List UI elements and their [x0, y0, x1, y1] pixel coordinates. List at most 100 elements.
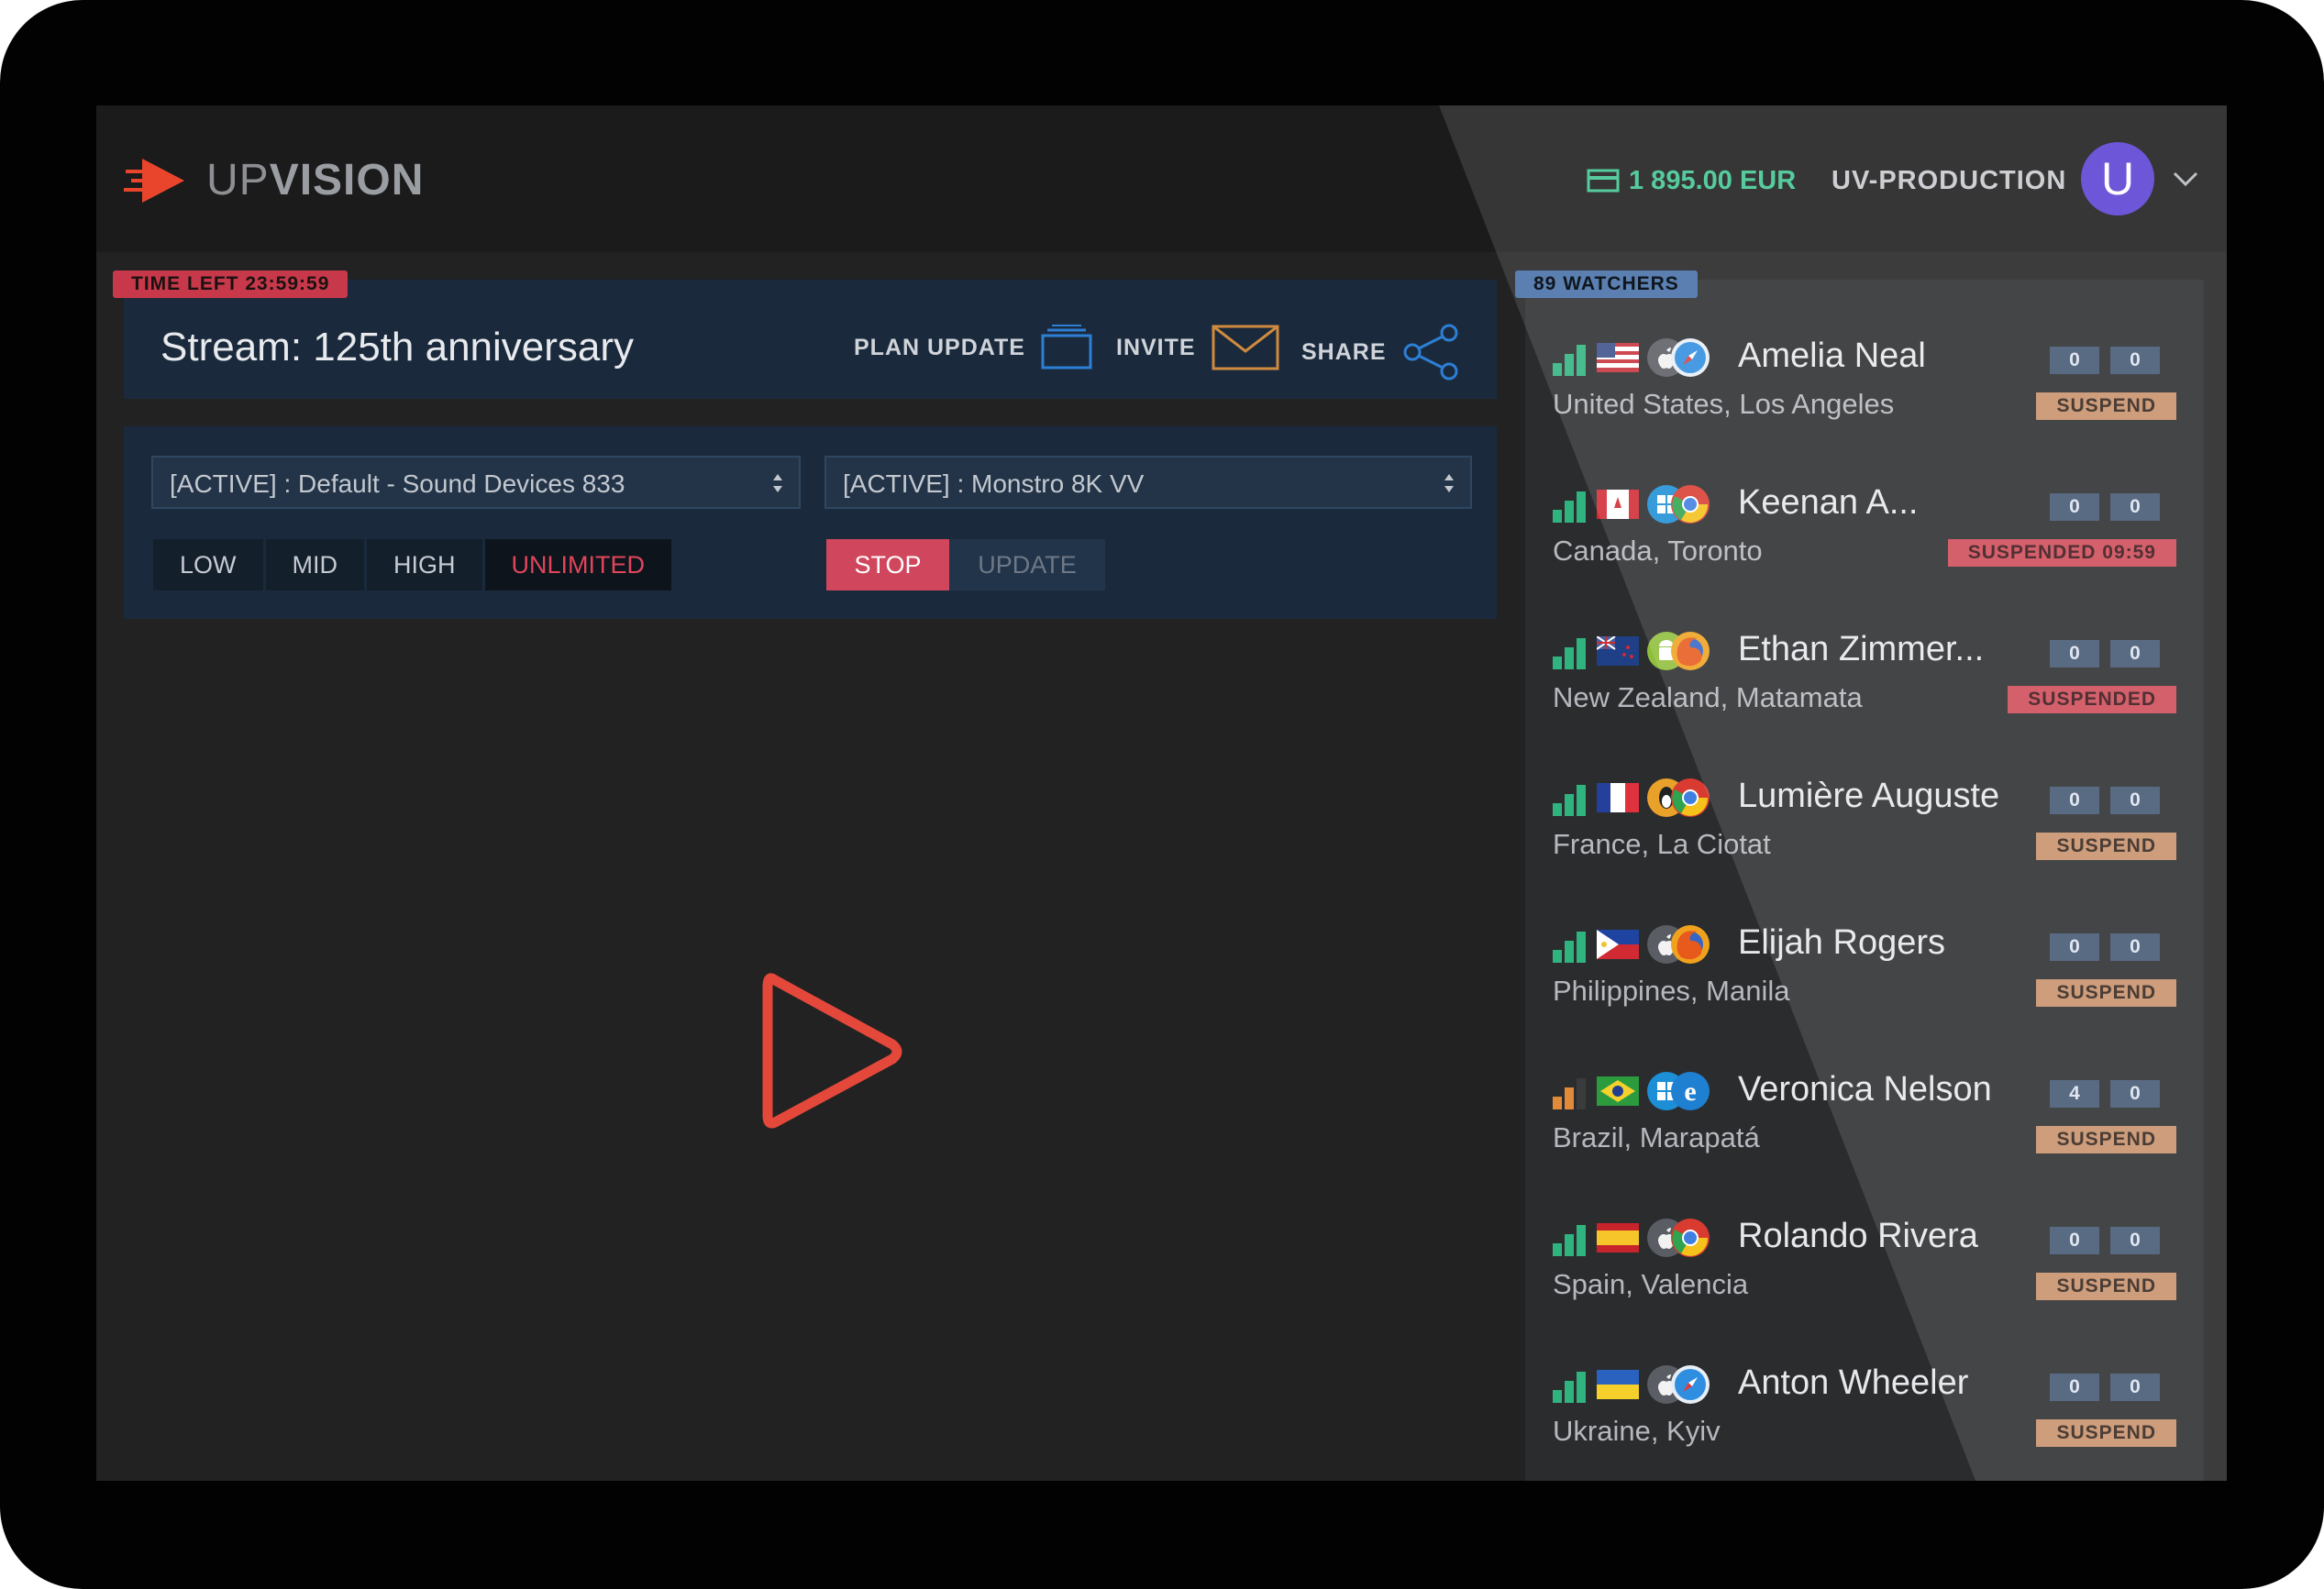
quality-mid[interactable]: MID	[265, 539, 365, 590]
credit-card-icon	[1587, 169, 1620, 193]
watcher-name: Keenan A...	[1738, 483, 1919, 522]
account-name[interactable]: UV-PRODUCTION	[1832, 159, 2066, 203]
plan-update-label: PLAN UPDATE	[854, 335, 1025, 360]
envelope-icon	[1212, 325, 1279, 370]
ph-flag-icon	[1597, 930, 1639, 959]
watcher-count-b: 0	[2110, 787, 2160, 814]
watcher-count-a: 0	[2050, 640, 2099, 668]
tablet-frame: UPVISION 1 895.00 EUR UV-PRODUCTION U TI…	[0, 0, 2324, 1589]
suspend-button[interactable]: SUSPENDED 09:59	[1947, 539, 2176, 567]
avatar[interactable]: U	[2081, 142, 2154, 215]
quality-low[interactable]: LOW	[153, 539, 263, 590]
us-flag-icon	[1597, 343, 1639, 372]
nz-flag-icon	[1597, 636, 1639, 666]
ua-flag-icon	[1597, 1370, 1639, 1399]
signal-strength-icon	[1553, 486, 1589, 523]
platform-icons	[1646, 1364, 1710, 1405]
platform-icons	[1646, 1218, 1710, 1258]
watcher-count-b: 0	[2110, 347, 2160, 374]
watcher-row[interactable]: Ethan Zimmer... New Zealand, Matamata 0 0 SU…	[1553, 623, 2176, 724]
watcher-icons	[1553, 1218, 1710, 1258]
watcher-row[interactable]: Lumière Auguste France, La Ciotat 0 0 SUSPEN…	[1553, 770, 2176, 871]
quality-high[interactable]: HIGH	[367, 539, 482, 590]
audio-device-value: [ACTIVE] : Default - Sound Devices 833	[170, 469, 625, 498]
suspend-button[interactable]: SUSPEND	[2036, 392, 2176, 420]
video-device-select[interactable]: [ACTIVE] : Monstro 8K VV	[824, 456, 1472, 509]
signal-strength-icon	[1553, 1219, 1589, 1256]
watcher-location: New Zealand, Matamata	[1553, 681, 1863, 713]
watcher-row[interactable]: Anton Wheeler Ukraine, Kyiv 0 0 SUSPEND	[1553, 1357, 2176, 1458]
watcher-row[interactable]: Amelia Neal United States, Los Angeles 0 0 S…	[1553, 330, 2176, 431]
suspend-button[interactable]: SUSPEND	[2036, 1273, 2176, 1300]
plan-update-button[interactable]: PLAN UPDATE	[854, 324, 1093, 371]
watcher-name: Elijah Rogers	[1738, 923, 1945, 962]
invite-button[interactable]: INVITE	[1116, 324, 1280, 371]
platform-icons: e	[1646, 1071, 1710, 1111]
time-left-badge: TIME LEFT 23:59:59	[113, 270, 349, 298]
suspend-button[interactable]: SUSPENDED	[2008, 686, 2176, 713]
signal-strength-icon	[1553, 926, 1589, 963]
fr-flag-icon	[1597, 783, 1639, 812]
watcher-icons	[1553, 778, 1710, 818]
platform-icons	[1646, 337, 1710, 378]
top-header: UPVISION 1 895.00 EUR UV-PRODUCTION U	[96, 105, 2227, 252]
watchers-count-badge: 89 WATCHERS	[1515, 270, 1698, 298]
invite-label: INVITE	[1116, 335, 1196, 360]
audio-device-select[interactable]: [ACTIVE] : Default - Sound Devices 833	[151, 456, 801, 509]
chevron-down-icon[interactable]	[2167, 160, 2204, 197]
share-button[interactable]: SHARE	[1301, 324, 1460, 381]
watcher-count-b: 0	[2110, 493, 2160, 521]
brand-name: UPVISION	[206, 153, 424, 208]
signal-strength-icon	[1553, 779, 1589, 816]
update-button[interactable]: UPDATE	[949, 539, 1105, 590]
watcher-row[interactable]: Keenan A... Canada, Toronto 0 0 SUSPENDED 09…	[1553, 477, 2176, 578]
watcher-icons	[1553, 1364, 1710, 1405]
watcher-name: Lumière Auguste	[1738, 777, 2000, 815]
platform-icons	[1646, 924, 1710, 965]
watcher-count-a: 0	[2050, 347, 2099, 374]
watcher-location: United States, Los Angeles	[1553, 388, 1895, 420]
suspend-button[interactable]: SUSPEND	[2036, 833, 2176, 860]
app-screen: UPVISION 1 895.00 EUR UV-PRODUCTION U TI…	[96, 105, 2227, 1481]
signal-strength-icon	[1553, 633, 1589, 669]
watcher-row[interactable]: e Veronica Nelson Brazil, Marapatá 4 0 SUSPEN…	[1553, 1064, 2176, 1164]
watcher-count-a: 4	[2050, 1080, 2099, 1108]
watcher-location: Spain, Valencia	[1553, 1268, 1749, 1300]
watcher-icons	[1553, 485, 1710, 524]
select-arrows-icon	[1444, 474, 1454, 492]
watcher-count-a: 0	[2050, 1227, 2099, 1254]
logo-icon[interactable]	[124, 153, 190, 208]
play-icon[interactable]	[755, 964, 911, 1138]
share-icon	[1403, 324, 1458, 381]
watcher-icons	[1553, 924, 1710, 965]
watcher-name: Veronica Nelson	[1738, 1070, 1992, 1109]
suspend-button[interactable]: SUSPEND	[2036, 979, 2176, 1007]
watcher-location: France, La Ciotat	[1553, 828, 1771, 860]
watcher-name: Ethan Zimmer...	[1738, 630, 1985, 668]
suspend-button[interactable]: SUSPEND	[2036, 1419, 2176, 1447]
signal-strength-icon	[1553, 339, 1589, 376]
watcher-location: Ukraine, Kyiv	[1553, 1415, 1721, 1447]
watcher-icons: e	[1553, 1071, 1710, 1111]
platform-icons	[1646, 631, 1710, 671]
suspend-button[interactable]: SUSPEND	[2036, 1126, 2176, 1153]
watcher-count-a: 0	[2050, 493, 2099, 521]
watcher-count-b: 0	[2110, 640, 2160, 668]
stop-button[interactable]: STOP	[826, 539, 949, 590]
watcher-count-b: 0	[2110, 1227, 2160, 1254]
watcher-row[interactable]: Elijah Rogers Philippines, Manila 0 0 SUSPEN…	[1553, 917, 2176, 1018]
stream-title: Stream: 125th anniversary	[160, 325, 635, 370]
signal-strength-icon	[1553, 1073, 1589, 1109]
watcher-count-a: 0	[2050, 787, 2099, 814]
platform-icons	[1646, 778, 1710, 818]
quality-unlimited[interactable]: UNLIMITED	[484, 539, 672, 590]
watcher-count-a: 0	[2050, 933, 2099, 961]
watcher-count-b: 0	[2110, 1080, 2160, 1108]
share-label: SHARE	[1301, 339, 1387, 365]
signal-strength-icon	[1553, 1366, 1589, 1403]
svg-text:e: e	[1684, 1076, 1696, 1107]
watcher-row[interactable]: Rolando Rivera Spain, Valencia 0 0 SUSPEND	[1553, 1210, 2176, 1311]
account-balance[interactable]: 1 895.00 EUR	[1587, 159, 1796, 203]
watcher-location: Philippines, Manila	[1553, 975, 1790, 1007]
watcher-icons	[1553, 631, 1710, 671]
